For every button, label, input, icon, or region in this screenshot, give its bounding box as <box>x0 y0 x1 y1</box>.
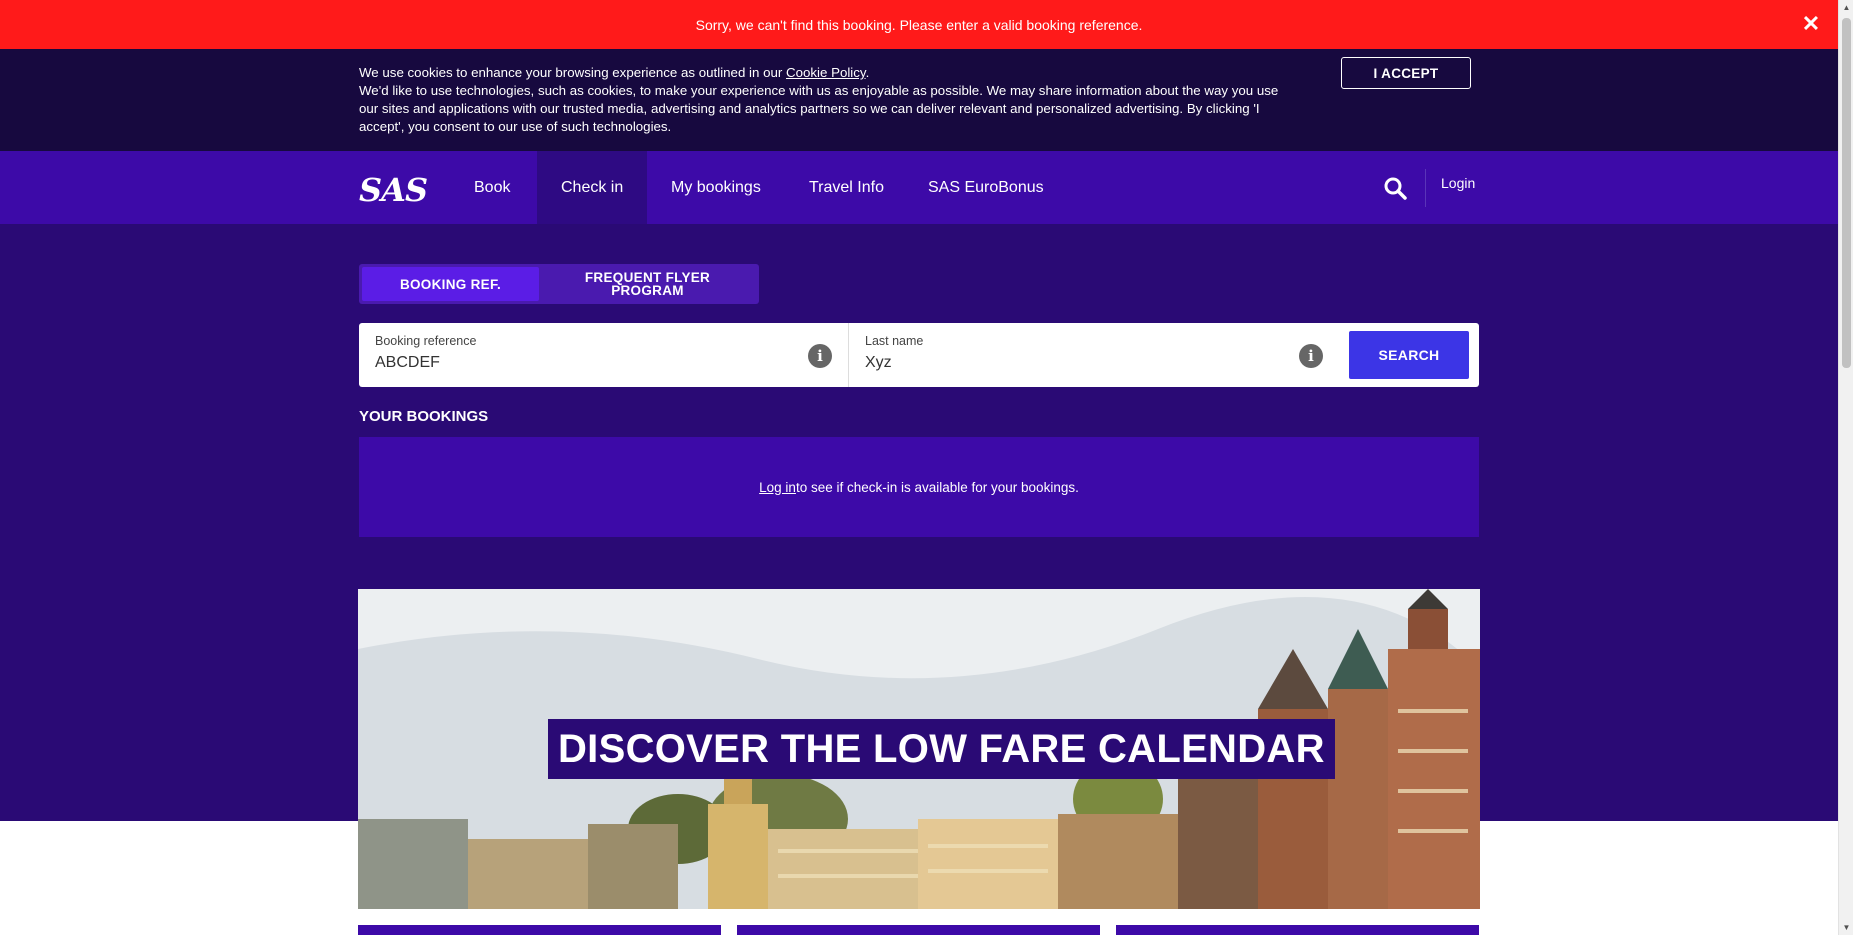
cookie-text-intro: We use cookies to enhance your browsing … <box>359 65 786 80</box>
nav-item-check-in[interactable]: Check in <box>537 151 648 224</box>
close-icon[interactable]: ✕ <box>1800 13 1822 35</box>
error-message: Sorry, we can't find this booking. Pleas… <box>695 16 1143 33</box>
main-nav: SAS Book Check in My bookings Travel Inf… <box>0 151 1838 224</box>
accept-cookies-button[interactable]: I ACCEPT <box>1341 57 1471 89</box>
cookie-text-period: . <box>865 65 870 80</box>
booking-reference-input[interactable]: ABCDEF <box>375 354 440 372</box>
last-name-input[interactable]: Xyz <box>865 354 892 372</box>
info-icon[interactable]: i <box>1299 344 1323 368</box>
cookie-bar: We use cookies to enhance your browsing … <box>0 49 1838 151</box>
your-bookings-heading: YOUR BOOKINGS <box>359 408 489 425</box>
last-name-label: Last name <box>865 334 924 348</box>
nav-divider <box>1425 169 1426 207</box>
error-banner: Sorry, we can't find this booking. Pleas… <box>0 0 1838 49</box>
cookie-policy-link[interactable]: Cookie Policy <box>786 65 866 80</box>
nav-item-my-bookings[interactable]: My bookings <box>647 151 785 224</box>
scroll-down-icon[interactable]: ▼ <box>1839 920 1853 935</box>
last-name-field[interactable]: Last name Xyz i <box>849 323 1339 387</box>
your-bookings-panel: Log in to see if check-in is available f… <box>359 437 1479 537</box>
page-scrollbar[interactable]: ▲ ▼ <box>1838 0 1853 935</box>
scroll-thumb[interactable] <box>1842 18 1851 368</box>
booking-reference-label: Booking reference <box>375 334 477 348</box>
nav-item-book[interactable]: Book <box>450 151 534 224</box>
nav-item-eurobonus[interactable]: SAS EuroBonus <box>904 151 1068 224</box>
search-mode-toggle: BOOKING REF. FREQUENT FLYER PROGRAM <box>359 264 759 304</box>
promo-title: DISCOVER THE LOW FARE CALENDAR <box>548 719 1335 779</box>
scroll-up-icon[interactable]: ▲ <box>1839 0 1853 15</box>
login-link[interactable]: Login <box>1441 175 1475 191</box>
nav-item-travel-info[interactable]: Travel Info <box>785 151 908 224</box>
search-button[interactable]: SEARCH <box>1349 331 1469 379</box>
bookings-message: to see if check-in is available for your… <box>795 479 1079 495</box>
info-icon[interactable]: i <box>808 344 832 368</box>
tab-booking-ref[interactable]: BOOKING REF. <box>362 267 539 301</box>
low-fare-calendar-banner[interactable]: DISCOVER THE LOW FARE CALENDAR <box>358 589 1480 909</box>
sas-logo[interactable]: SAS <box>359 171 428 209</box>
promo-card[interactable] <box>358 925 721 935</box>
booking-reference-field[interactable]: Booking reference ABCDEF i <box>359 323 848 387</box>
cookie-text-details: We'd like to use technologies, such as c… <box>359 83 1279 134</box>
tab-frequent-flyer[interactable]: FREQUENT FLYER PROGRAM <box>539 267 756 301</box>
checkin-form: Booking reference ABCDEF i Last name Xyz… <box>359 323 1479 387</box>
promo-card[interactable] <box>1116 925 1479 935</box>
search-icon[interactable] <box>1383 176 1407 200</box>
cookie-text: We use cookies to enhance your browsing … <box>359 64 1284 136</box>
log-in-link[interactable]: Log in <box>759 480 796 495</box>
promo-card[interactable] <box>737 925 1100 935</box>
